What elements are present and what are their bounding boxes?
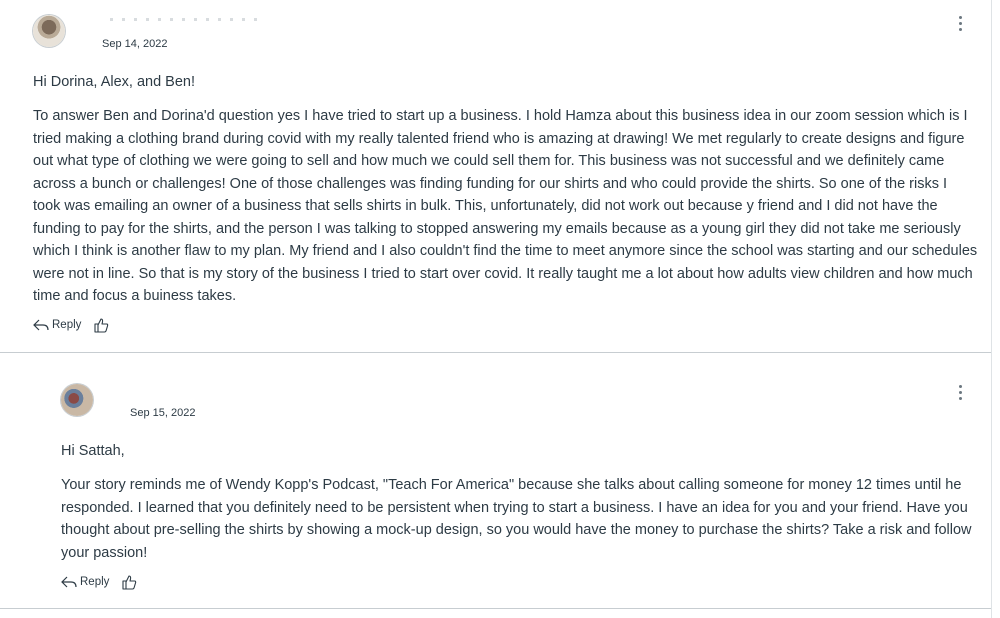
reply-label: Reply — [80, 576, 110, 588]
post-actions: Reply — [33, 317, 109, 333]
post-actions: Reply — [61, 574, 137, 590]
post-body: Your story reminds me of Wendy Kopp's Po… — [61, 477, 972, 561]
post-greeting: Hi Dorina, Alex, and Ben! — [33, 74, 196, 90]
thumbs-up-icon[interactable] — [93, 317, 109, 333]
reply-arrow-icon — [33, 319, 49, 331]
reply-label: Reply — [52, 319, 82, 331]
right-border — [991, 0, 992, 618]
post-body: To answer Ben and Dorina'd question yes … — [33, 108, 978, 304]
author-name[interactable] — [110, 18, 260, 21]
post-date: Sep 15, 2022 — [130, 407, 196, 419]
post-greeting: Hi Sattah, — [61, 443, 125, 459]
more-options-icon[interactable] — [959, 16, 963, 31]
avatar[interactable] — [33, 15, 65, 47]
avatar[interactable] — [61, 384, 93, 416]
discussion-entry: Sep 14, 2022 Hi Dorina, Alex, and Ben! T… — [0, 0, 991, 353]
reply-arrow-icon — [61, 576, 77, 588]
reply-button[interactable]: Reply — [61, 576, 109, 588]
thumbs-up-icon[interactable] — [121, 574, 137, 590]
reply-button[interactable]: Reply — [33, 319, 81, 331]
more-options-icon[interactable] — [959, 385, 963, 400]
post-date: Sep 14, 2022 — [102, 38, 168, 50]
discussion-reply: Sep 15, 2022 Hi Sattah, Your story remin… — [0, 353, 991, 609]
